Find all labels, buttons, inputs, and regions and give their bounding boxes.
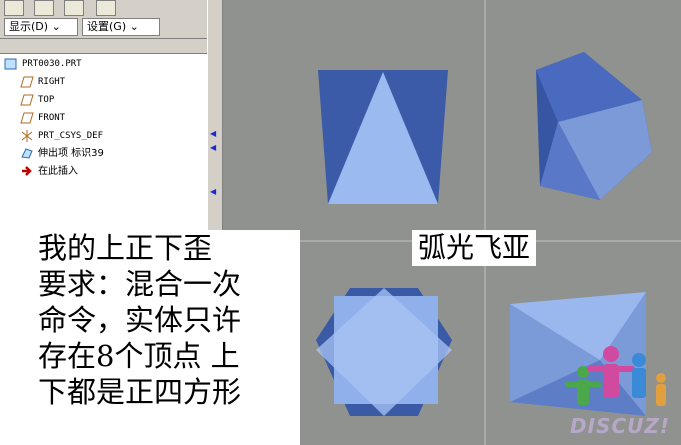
display-menu-button[interactable]: 显示(D) ⌄: [4, 18, 78, 36]
tree-item-insert-here[interactable]: 在此插入: [20, 164, 78, 180]
tree-item-csys[interactable]: PRT_CSYS_DEF: [20, 128, 103, 144]
part-icon: [4, 58, 17, 69]
collapse-left-arrow-icon[interactable]: ◀: [210, 188, 218, 196]
tree-icon[interactable]: [4, 0, 24, 16]
tree-item-top[interactable]: TOP: [20, 92, 54, 108]
discuz-logo-text: DISCUZ!: [570, 414, 670, 438]
chevron-down-icon: ⌄: [51, 20, 61, 33]
insert-here-arrow-icon: [22, 166, 32, 176]
settings-menu-button[interactable]: 设置(G) ⌄: [82, 18, 160, 36]
caption-line: 我的上正下歪: [38, 231, 213, 265]
caption-line: 下都是正四方形: [38, 375, 242, 409]
datum-plane-icon: [20, 94, 34, 105]
model-tree-toolbar: [0, 0, 207, 16]
chevron-down-icon: ⌄: [129, 20, 139, 33]
coordinate-system-icon: [21, 129, 33, 142]
datum-plane-icon: [20, 76, 34, 87]
front-view-shape: [318, 70, 448, 204]
viewport-divider-vertical: [484, 0, 486, 445]
folder-icon[interactable]: [96, 0, 116, 16]
caption-line: 要求：混合一次: [38, 267, 242, 301]
datum-plane-icon: [20, 112, 34, 123]
collapse-left-arrow-icon[interactable]: ◀: [210, 144, 218, 152]
caption-line: 命令，实体只许: [38, 303, 242, 337]
tree-column-header: [0, 39, 207, 54]
tree-item-right[interactable]: RIGHT: [20, 74, 65, 90]
star-icon[interactable]: [64, 0, 84, 16]
model-tree-menu-bar: 显示(D) ⌄ 设置(G) ⌄: [0, 16, 207, 39]
layer-icon[interactable]: [34, 0, 54, 16]
caption-textbox: 我的上正下歪 要求：混合一次 命令，实体只许 存在8个顶点 上 下都是正四方形: [30, 230, 300, 445]
collapse-left-arrow-icon[interactable]: ◀: [210, 130, 218, 138]
tree-item-part[interactable]: PRT0030.PRT: [4, 56, 82, 72]
tree-item-front[interactable]: FRONT: [20, 110, 65, 126]
protrusion-icon: [21, 148, 33, 159]
top-view-shape: [316, 288, 452, 416]
isometric-view-shape: [536, 52, 652, 200]
tree-item-protrusion[interactable]: 伸出项 标识39: [20, 146, 104, 162]
caption-line: 存在8个顶点 上: [38, 339, 240, 373]
author-tag: 弧光飞亚: [412, 230, 537, 266]
